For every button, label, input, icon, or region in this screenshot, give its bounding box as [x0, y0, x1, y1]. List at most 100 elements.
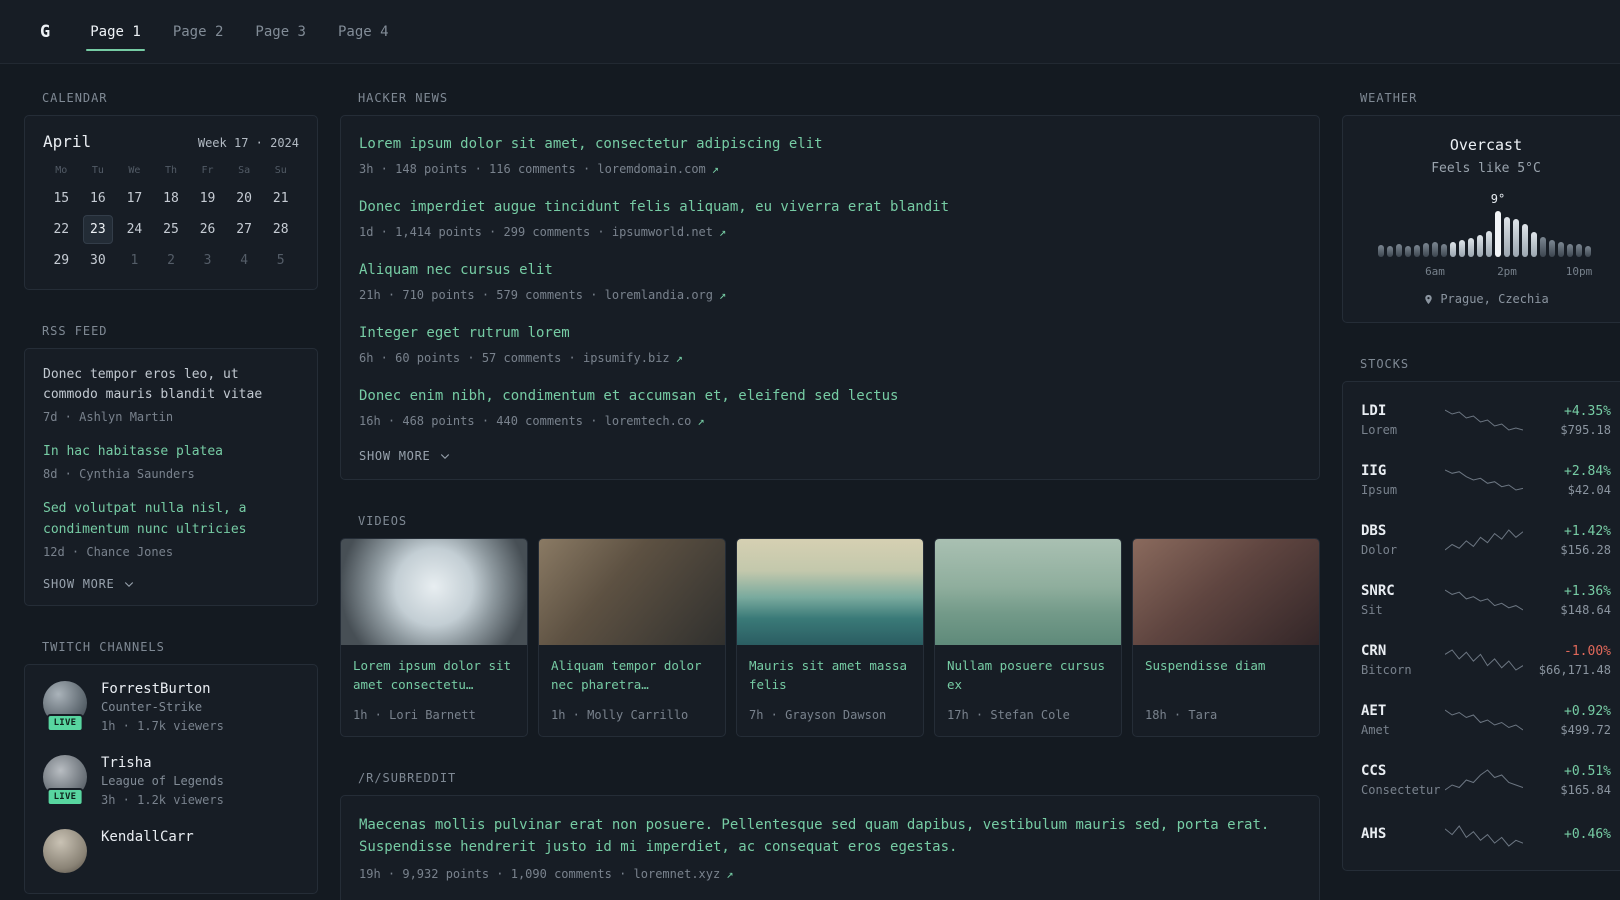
stock-price: $499.72 — [1560, 722, 1611, 737]
hn-item-title[interactable]: Lorem ipsum dolor sit amet, consectetur … — [359, 134, 1301, 155]
weather-bar — [1459, 240, 1465, 257]
hn-show-more-button[interactable]: SHOW MORE — [359, 449, 1301, 463]
calendar-day: 1 — [130, 253, 139, 268]
weather-bar — [1450, 242, 1456, 257]
calendar-grid: 15 16 17 18 19 20 21 22 23 24 25 26 27 28 29 30 1 2 3 4 5 — [43, 184, 299, 275]
rss-section: RSS FEED Donec tempor eros leo, ut commo… — [24, 324, 318, 606]
video-thumbnail[interactable] — [935, 539, 1121, 645]
stock-row[interactable]: CRN Bitcorn -1.00% $66,171.48 — [1361, 630, 1611, 690]
channel-category[interactable]: League of Legends — [101, 774, 224, 788]
rss-show-more-button[interactable]: SHOW MORE — [43, 577, 299, 591]
calendar-day: 22 — [53, 222, 70, 237]
video-thumbnail[interactable] — [341, 539, 527, 645]
stock-row[interactable]: IIG Ipsum +2.84% $42.04 — [1361, 450, 1611, 510]
video-title[interactable]: Lorem ipsum dolor sit amet consectetu… — [353, 656, 515, 696]
channel-name[interactable]: ForrestBurton — [101, 681, 224, 697]
stock-price: $795.18 — [1560, 422, 1611, 437]
subreddit-post: Maecenas mollis pulvinar erat non posuer… — [359, 814, 1301, 883]
channel-category[interactable]: Counter-Strike — [101, 700, 224, 714]
calendar-dow-label: Su — [274, 165, 287, 176]
tab-page-3[interactable]: Page 3 — [239, 0, 322, 63]
video-title[interactable]: Mauris sit amet massa felis — [749, 656, 911, 696]
video-title[interactable]: Aliquam tempor dolor nec pharetra… — [551, 656, 713, 696]
stock-row[interactable]: SNRC Sit +1.36% $148.64 — [1361, 570, 1611, 630]
video-body: Nullam posuere cursus ex 17h · Stefan Co… — [935, 645, 1121, 736]
video-card[interactable]: Lorem ipsum dolor sit amet consectetu… 1… — [340, 538, 528, 737]
video-meta: 1h · Molly Carrillo — [551, 708, 689, 722]
calendar-week-label: Week 17 · 2024 — [197, 136, 299, 150]
external-link-icon[interactable]: ↗ — [676, 351, 683, 365]
video-thumbnail[interactable] — [737, 539, 923, 645]
hn-item-title[interactable]: Aliquam nec cursus elit — [359, 260, 1301, 281]
weather-bar — [1387, 246, 1393, 257]
tab-page-2[interactable]: Page 2 — [157, 0, 240, 63]
external-link-icon[interactable]: ↗ — [726, 867, 733, 881]
rss-item: Donec tempor eros leo, ut commodo mauris… — [43, 365, 299, 426]
stock-row[interactable]: AET Amet +0.92% $499.72 — [1361, 690, 1611, 750]
video-title[interactable]: Nullam posuere cursus ex — [947, 656, 1109, 696]
rss-item-title[interactable]: Donec tempor eros leo, ut commodo mauris… — [43, 365, 299, 405]
external-link-icon[interactable]: ↗ — [712, 162, 719, 176]
show-more-label: SHOW MORE — [359, 449, 431, 463]
stock-change: +1.42% — [1564, 523, 1611, 539]
calendar-dow-label: Sa — [238, 165, 251, 176]
twitch-channel[interactable]: LIVE ForrestBurton Counter-Strike 1h · 1… — [43, 680, 299, 735]
channel-viewers: 3h · 1.2k viewers — [101, 792, 224, 807]
video-card[interactable]: Mauris sit amet massa felis 7h · Grayson… — [736, 538, 924, 737]
section-title-stocks: STOCKS — [1360, 357, 1410, 371]
hn-item-meta: 1d · 1,414 points · 299 comments · ipsum… — [359, 223, 1301, 241]
video-card[interactable]: Nullam posuere cursus ex 17h · Stefan Co… — [934, 538, 1122, 737]
section-title-videos: VIDEOS — [358, 514, 408, 528]
hn-item-meta: 3h · 148 points · 116 comments · loremdo… — [359, 160, 1301, 178]
subreddit-post-title[interactable]: Maecenas mollis pulvinar erat non posuer… — [359, 814, 1301, 859]
stock-sparkline — [1445, 823, 1523, 849]
rss-item-title[interactable]: In hac habitasse platea — [43, 442, 299, 462]
stock-row[interactable]: CCS Consectetur +0.51% $165.84 — [1361, 750, 1611, 810]
weather-widget: Overcast Feels like 5°C 9° 6am 2pm 10pm … — [1342, 115, 1620, 323]
external-link-icon[interactable]: ↗ — [697, 414, 704, 428]
stock-row[interactable]: DBS Dolor +1.42% $156.28 — [1361, 510, 1611, 570]
tab-page-1[interactable]: Page 1 — [74, 0, 157, 63]
rss-item-title[interactable]: Sed volutpat nulla nisl, a condimentum n… — [43, 499, 299, 539]
twitch-section: TWITCH CHANNELS LIVE ForrestBurton Count… — [24, 640, 318, 894]
topbar: G Page 1 Page 2 Page 3 Page 4 — [0, 0, 1620, 64]
video-thumbnail[interactable] — [1133, 539, 1319, 645]
calendar-day: 4 — [240, 253, 249, 268]
video-card[interactable]: Aliquam tempor dolor nec pharetra… 1h · … — [538, 538, 726, 737]
section-title-rss: RSS FEED — [42, 324, 108, 338]
external-link-icon[interactable]: ↗ — [719, 288, 726, 302]
avatar: LIVE — [43, 754, 87, 806]
tab-page-4[interactable]: Page 4 — [322, 0, 405, 63]
channel-name[interactable]: Trisha — [101, 755, 224, 771]
chevron-down-icon — [440, 454, 449, 460]
twitch-channel[interactable]: LIVE Trisha League of Legends 3h · 1.2k … — [43, 754, 299, 809]
stock-row[interactable]: LDI Lorem +4.35% $795.18 — [1361, 390, 1611, 450]
video-card[interactable]: Suspendisse diam 18h · Tara — [1132, 538, 1320, 737]
section-title-subreddit: /R/SUBREDDIT — [358, 771, 457, 785]
calendar-day: 2 — [167, 253, 175, 268]
video-title[interactable]: Suspendisse diam — [1145, 656, 1307, 696]
subreddit-meta-text: 19h · 9,932 points · 1,090 comments · lo… — [359, 866, 721, 881]
twitch-channel[interactable]: KendallCarr — [43, 828, 299, 873]
external-link-icon[interactable]: ↗ — [719, 225, 726, 239]
live-badge: LIVE — [46, 787, 84, 806]
hn-item-title[interactable]: Integer eget rutrum lorem — [359, 323, 1301, 344]
subreddit-widget: Maecenas mollis pulvinar erat non posuer… — [340, 795, 1320, 900]
hn-item-title[interactable]: Donec imperdiet augue tincidunt felis al… — [359, 197, 1301, 218]
weather-bar — [1432, 242, 1438, 257]
weather-time-label: 10pm — [1565, 265, 1593, 278]
hn-meta-text: 1d · 1,414 points · 299 comments · ipsum… — [359, 225, 714, 239]
live-badge: LIVE — [46, 713, 84, 732]
hn-item-title[interactable]: Donec enim nibh, condimentum et accumsan… — [359, 386, 1301, 407]
hacker-news-widget: Lorem ipsum dolor sit amet, consectetur … — [340, 115, 1320, 480]
stock-identity: AHS — [1361, 826, 1445, 846]
app-logo[interactable]: G — [40, 22, 50, 42]
right-column: WEATHER Overcast Feels like 5°C 9° 6am 2… — [1342, 91, 1620, 900]
channel-name[interactable]: KendallCarr — [101, 829, 194, 845]
calendar-day: 3 — [203, 253, 212, 268]
weather-location[interactable]: Prague, Czechia — [1440, 292, 1548, 306]
calendar-dow-label: Fr — [201, 165, 214, 176]
video-thumbnail[interactable] — [539, 539, 725, 645]
calendar-dow-label: Mo — [55, 165, 68, 176]
stock-row[interactable]: AHS +0.46% — [1361, 810, 1611, 862]
